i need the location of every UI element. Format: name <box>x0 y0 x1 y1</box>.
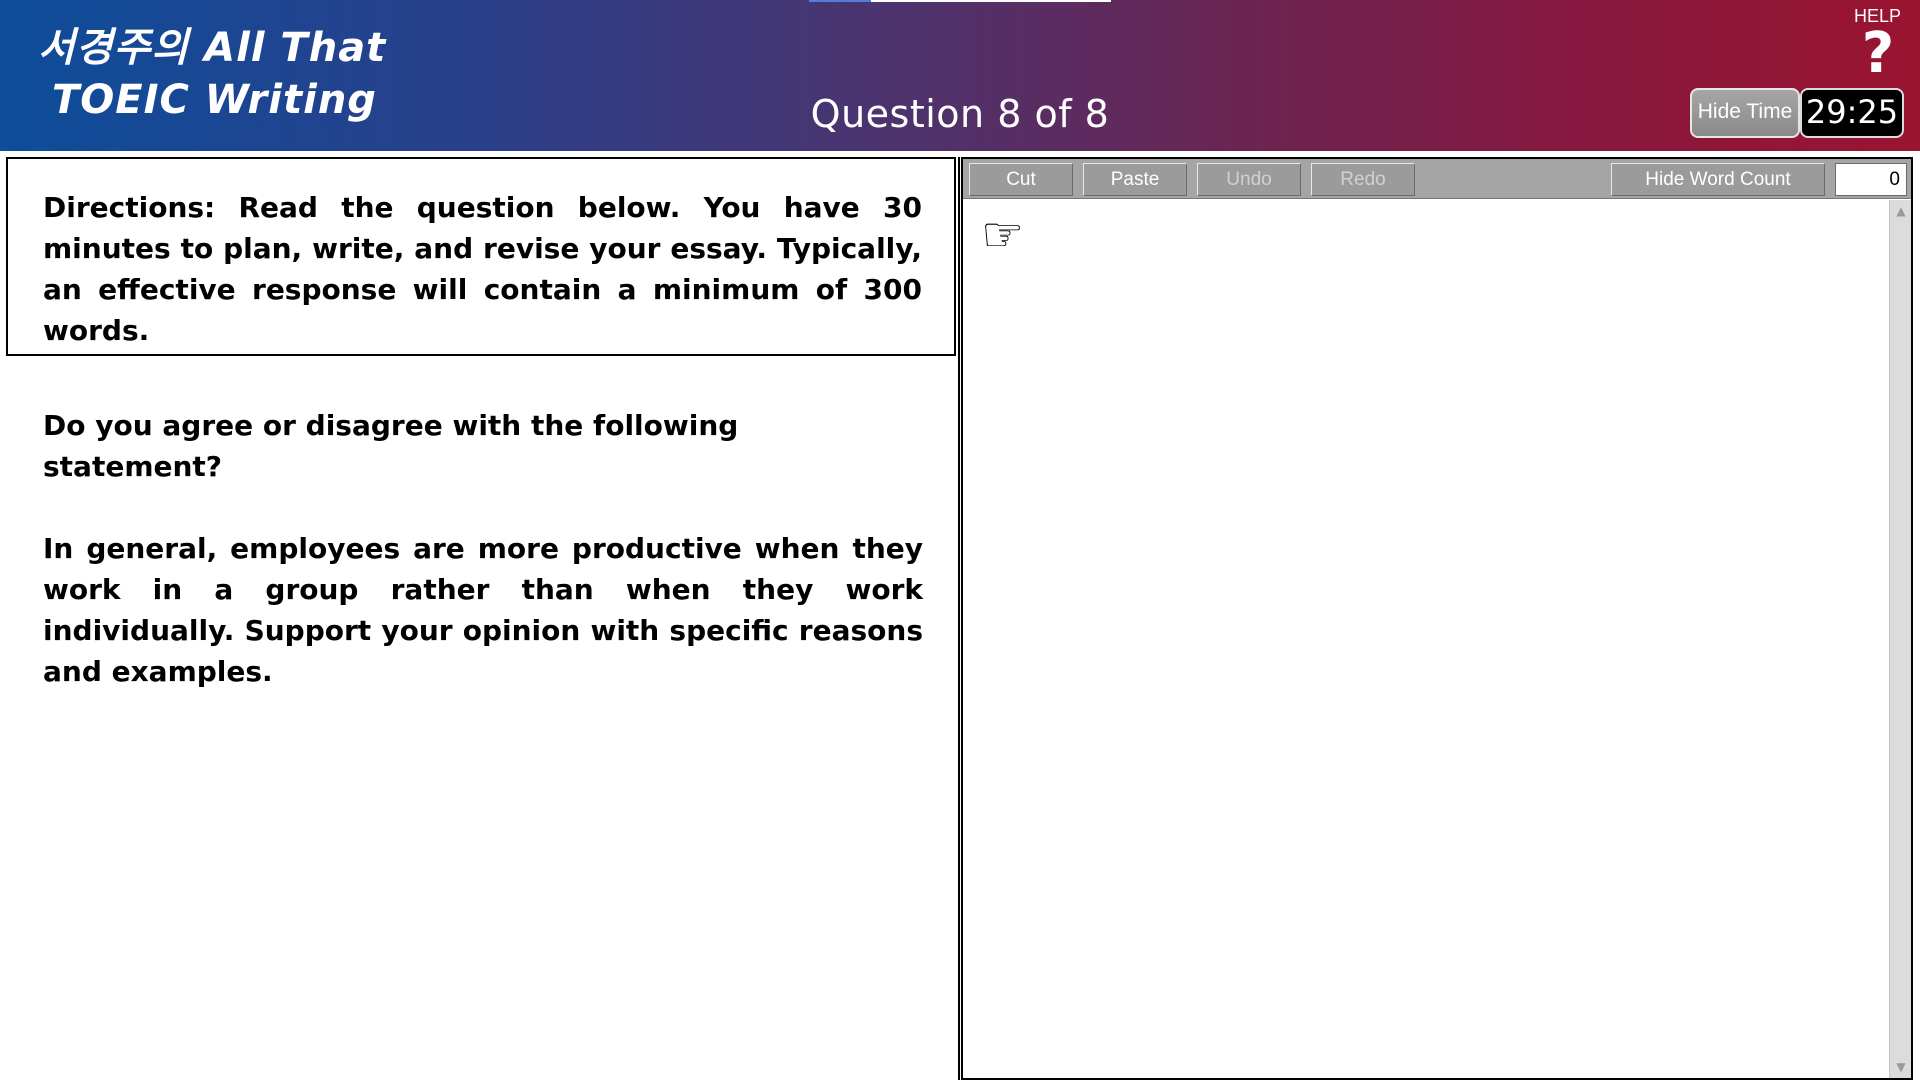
editor-scrollbar[interactable]: ▲ ▼ <box>1889 200 1911 1078</box>
redo-button[interactable]: Redo <box>1311 163 1415 196</box>
hide-word-count-button[interactable]: Hide Word Count <box>1611 163 1825 196</box>
logo-line2: TOEIC Writing <box>52 77 377 123</box>
essay-editor: Cut Paste Undo Redo Hide Word Count 0 ☞ … <box>961 157 1913 1080</box>
directions-text: Directions: Read the question below. You… <box>43 191 922 347</box>
hide-time-button[interactable]: Hide Time <box>1690 88 1800 138</box>
directions-box: Directions: Read the question below. You… <box>6 157 956 356</box>
app-logo: 서경주의 All That TOEIC Writing <box>38 22 386 126</box>
app-header: 서경주의 All That TOEIC Writing Question 8 o… <box>0 0 1920 151</box>
scroll-down-icon[interactable]: ▼ <box>1890 1058 1912 1076</box>
undo-button[interactable]: Undo <box>1197 163 1301 196</box>
panel-divider <box>958 157 960 1080</box>
question-statement: In general, employees are more productiv… <box>43 532 923 688</box>
timer-display: 29:25 <box>1800 88 1904 138</box>
editor-toolbar: Cut Paste Undo Redo Hide Word Count 0 <box>963 159 1911 199</box>
word-count-display: 0 <box>1835 163 1907 196</box>
question-prompt: Do you agree or disagree with the follow… <box>43 409 739 483</box>
cut-button[interactable]: Cut <box>969 163 1073 196</box>
header-accent-line <box>809 0 871 2</box>
help-icon[interactable]: ? <box>1858 26 1898 82</box>
logo-line1: 서경주의 All That <box>38 25 387 71</box>
scroll-up-icon[interactable]: ▲ <box>1890 202 1912 220</box>
header-accent-line-white <box>871 0 1111 2</box>
question-counter: Question 8 of 8 <box>810 92 1110 136</box>
paste-button[interactable]: Paste <box>1083 163 1187 196</box>
question-area: Do you agree or disagree with the follow… <box>43 405 923 692</box>
essay-textarea[interactable] <box>963 200 1889 1078</box>
